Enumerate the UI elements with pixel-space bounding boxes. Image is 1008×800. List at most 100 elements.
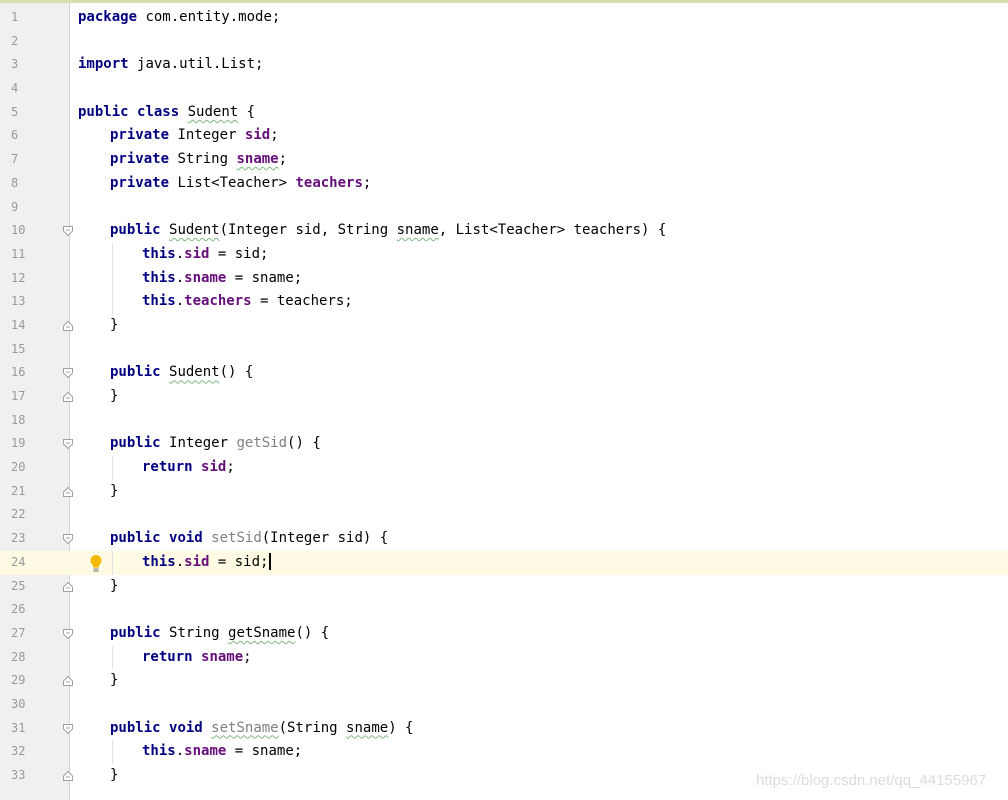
- lightbulb-icon[interactable]: [88, 554, 104, 572]
- code-token: = sname;: [226, 743, 303, 760]
- code-line[interactable]: 1 package com.entity.mode;: [0, 6, 1008, 30]
- code-line[interactable]: 9: [0, 196, 1008, 220]
- field-token: sid: [184, 553, 210, 570]
- code-line[interactable]: 11 this.sid = sid;: [0, 242, 1008, 267]
- code-text[interactable]: import java.util.List;: [78, 53, 263, 77]
- code-line[interactable]: 19 public Integer getSid() {: [0, 432, 1008, 456]
- code-line[interactable]: 23 public void setSid(Integer sid) {: [0, 527, 1008, 551]
- code-line[interactable]: 14}: [0, 314, 1008, 338]
- code-token: ;: [278, 151, 288, 168]
- code-token: getSname: [228, 624, 296, 641]
- code-token: () {: [219, 364, 254, 381]
- code-line[interactable]: 20 return sid;: [0, 456, 1008, 480]
- code-line[interactable]: 10 public Sudent(Integer sid, String snam…: [0, 219, 1008, 243]
- code-line[interactable]: 18: [0, 409, 1008, 433]
- code-text[interactable]: private Integer sid;: [110, 124, 279, 148]
- indent-guide: [112, 242, 113, 267]
- fold-expanded-icon[interactable]: [62, 628, 74, 640]
- code-text[interactable]: public Sudent() {: [110, 361, 253, 385]
- code-text[interactable]: public void setSid(Integer sid) {: [110, 527, 388, 551]
- fold-expanded-icon[interactable]: [62, 533, 74, 545]
- line-number: 10: [11, 223, 26, 238]
- fold-end-icon[interactable]: [62, 675, 74, 687]
- code-line[interactable]: 16 public Sudent() {: [0, 361, 1008, 385]
- line-number: 28: [11, 649, 26, 664]
- fold-expanded-icon[interactable]: [62, 367, 74, 379]
- code-line[interactable]: 29}: [0, 669, 1008, 693]
- code-line[interactable]: 4: [0, 77, 1008, 101]
- fold-end-icon[interactable]: [62, 486, 74, 498]
- code-text[interactable]: }: [110, 314, 118, 338]
- code-text[interactable]: }: [110, 480, 118, 504]
- code-line[interactable]: 15: [0, 338, 1008, 362]
- code-token: ) {: [388, 719, 414, 736]
- fold-expanded-icon[interactable]: [62, 225, 74, 237]
- code-text[interactable]: public Integer getSid() {: [110, 432, 321, 456]
- code-token: Sudent: [187, 103, 239, 120]
- fold-expanded-icon[interactable]: [62, 723, 74, 735]
- code-text[interactable]: public class Sudent {: [78, 101, 255, 125]
- code-token: sname: [396, 222, 439, 239]
- code-line[interactable]: 24 this.sid = sid;: [0, 550, 1008, 575]
- code-text[interactable]: public void setSname(String sname) {: [110, 717, 414, 741]
- code-token: com.entity.mode;: [145, 9, 281, 25]
- code-text[interactable]: }: [110, 764, 118, 788]
- code-text[interactable]: }: [110, 385, 118, 409]
- line-number: 9: [11, 199, 19, 214]
- keyword-token: public: [110, 364, 161, 381]
- code-text[interactable]: private String sname;: [110, 148, 287, 172]
- keyword-token: public: [110, 719, 161, 736]
- code-text[interactable]: return sname;: [142, 646, 252, 670]
- line-number: 24: [0, 550, 40, 575]
- code-line[interactable]: 25}: [0, 575, 1008, 599]
- code-line[interactable]: 32 this.sname = sname;: [0, 740, 1008, 764]
- code-editor[interactable]: 1 package com.entity.mode; 2 3 import java.u…: [0, 6, 1008, 788]
- code-text[interactable]: this.sname = sname;: [142, 267, 302, 291]
- code-token: = sid;: [209, 553, 269, 570]
- code-line[interactable]: 17}: [0, 385, 1008, 409]
- code-line[interactable]: 8 private List<Teacher> teachers;: [0, 172, 1008, 196]
- indent-guide: [112, 266, 113, 291]
- code-text[interactable]: this.sid = sid;: [142, 243, 268, 267]
- code-line[interactable]: 7 private String sname;: [0, 148, 1008, 172]
- code-token: java.util.List;: [137, 56, 264, 73]
- code-text[interactable]: public String getSname() {: [110, 622, 329, 646]
- code-text[interactable]: this.sname = sname;: [142, 740, 302, 764]
- fold-end-icon[interactable]: [62, 391, 74, 403]
- code-line[interactable]: 2: [0, 30, 1008, 54]
- line-number: 21: [11, 483, 26, 498]
- fold-end-icon[interactable]: [62, 770, 74, 782]
- fold-expanded-icon[interactable]: [62, 438, 74, 450]
- code-line[interactable]: 30: [0, 693, 1008, 717]
- code-line[interactable]: 26: [0, 598, 1008, 622]
- code-text[interactable]: this.teachers = teachers;: [142, 290, 353, 314]
- keyword-token: this: [142, 293, 176, 310]
- line-number: 13: [11, 294, 26, 309]
- field-token: sid: [244, 127, 271, 144]
- code-line[interactable]: 3 import java.util.List;: [0, 53, 1008, 77]
- code-line[interactable]: 5 public class Sudent {: [0, 101, 1008, 125]
- line-number: 25: [11, 578, 26, 593]
- keyword-token: this: [142, 269, 176, 286]
- code-text[interactable]: }: [110, 669, 118, 693]
- code-line[interactable]: 21}: [0, 480, 1008, 504]
- line-number: 33: [11, 768, 26, 782]
- code-text[interactable]: private List<Teacher> teachers;: [110, 172, 371, 196]
- code-line[interactable]: 12 this.sname = sname;: [0, 266, 1008, 291]
- code-line[interactable]: 27 public String getSname() {: [0, 622, 1008, 646]
- indent-guide: [112, 456, 113, 480]
- code-line[interactable]: 22: [0, 503, 1008, 527]
- code-line[interactable]: 6 private Integer sid;: [0, 124, 1008, 148]
- code-line[interactable]: 28 return sname;: [0, 645, 1008, 670]
- fold-end-icon[interactable]: [62, 581, 74, 593]
- keyword-token: private: [110, 174, 170, 191]
- code-text[interactable]: package com.entity.mode;: [78, 6, 280, 30]
- code-text[interactable]: public Sudent(Integer sid, String sname,…: [110, 219, 666, 243]
- code-text[interactable]: this.sid = sid;: [142, 551, 272, 575]
- code-line[interactable]: 31 public void setSname(String sname) {: [0, 717, 1008, 741]
- code-line[interactable]: 13 this.teachers = teachers;: [0, 290, 1008, 314]
- code-text[interactable]: return sid;: [142, 456, 235, 480]
- indent-guide: [112, 645, 113, 670]
- fold-end-icon[interactable]: [62, 320, 74, 332]
- code-text[interactable]: }: [110, 575, 118, 599]
